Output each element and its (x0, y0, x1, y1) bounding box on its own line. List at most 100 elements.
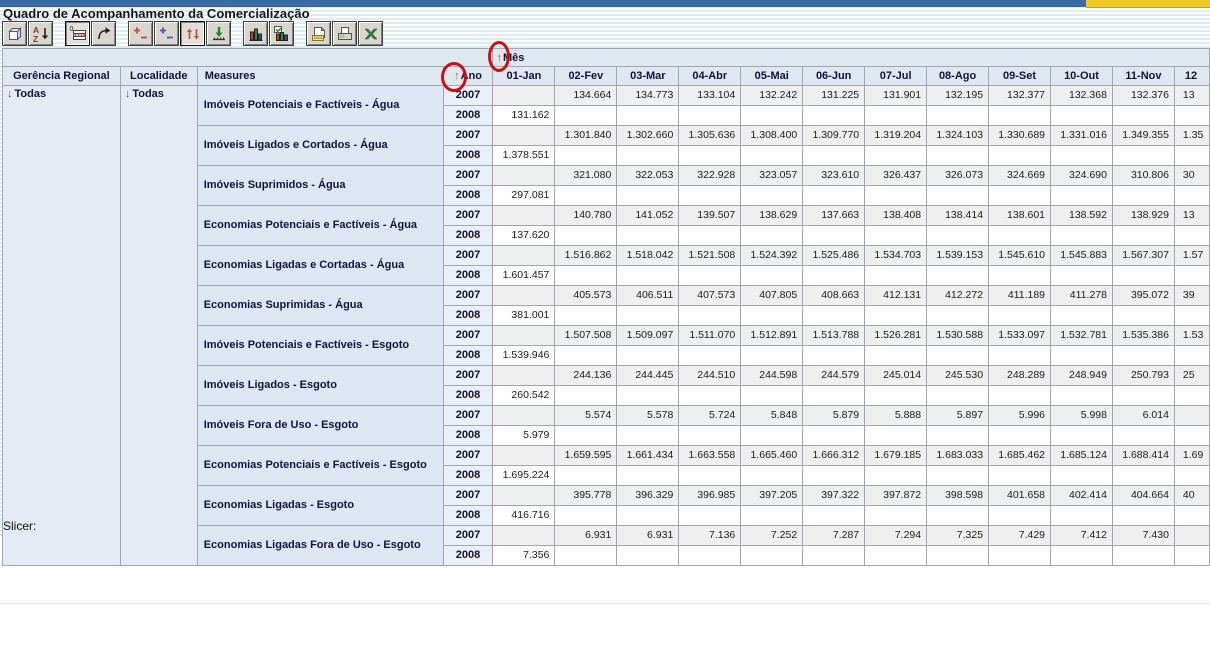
year-cell[interactable]: 2008 (443, 546, 493, 566)
sort-direction-button[interactable] (180, 21, 205, 46)
value-cell (1174, 146, 1209, 166)
year-cell[interactable]: 2008 (443, 506, 493, 526)
drill-down-button[interactable] (206, 21, 231, 46)
year-cell[interactable]: 2007 (443, 366, 493, 386)
month-column-header[interactable]: 06-Jun (803, 67, 865, 86)
mes-label: Mês (503, 52, 524, 64)
ano-column-header[interactable]: ↑Ano (443, 67, 493, 86)
year-cell[interactable]: 2008 (443, 146, 493, 166)
value-cell: 5.578 (617, 406, 679, 426)
print-button[interactable] (332, 21, 357, 46)
measure-cell[interactable]: Economias Suprimidas - Água (197, 286, 443, 326)
cube-button[interactable] (2, 21, 27, 46)
value-cell (1174, 546, 1209, 566)
month-column-header[interactable]: 08-Ago (927, 67, 989, 86)
value-cell (927, 186, 989, 206)
year-cell[interactable]: 2008 (443, 426, 493, 446)
value-cell: 1.535.386 (1112, 326, 1174, 346)
year-cell[interactable]: 2008 (443, 466, 493, 486)
expand-collapse-red-button[interactable] (128, 21, 153, 46)
value-cell (989, 466, 1051, 486)
month-column-header[interactable]: 03-Mar (617, 67, 679, 86)
month-column-header[interactable]: 04-Abr (679, 67, 741, 86)
year-cell[interactable]: 2008 (443, 226, 493, 246)
expand-collapse-blue-button[interactable] (154, 21, 179, 46)
month-column-header[interactable]: 07-Jul (865, 67, 927, 86)
measure-cell[interactable]: Imóveis Fora de Uso - Esgoto (197, 406, 443, 446)
year-cell[interactable]: 2007 (443, 126, 493, 146)
measure-cell[interactable]: Imóveis Potenciais e Factíveis - Água (197, 86, 443, 126)
measure-cell[interactable]: Imóveis Ligados e Cortados - Água (197, 126, 443, 166)
year-cell[interactable]: 2007 (443, 406, 493, 426)
measures-column-header[interactable]: Measures (197, 67, 443, 86)
measure-cell[interactable]: Imóveis Suprimidos - Água (197, 166, 443, 206)
toolbar-group (128, 21, 232, 46)
filter-cell-gerencia[interactable]: ↓Todas (3, 86, 121, 566)
year-cell[interactable]: 2008 (443, 106, 493, 126)
month-column-header[interactable]: 01-Jan (493, 67, 555, 86)
value-cell (493, 126, 555, 146)
value-cell: 1.324.103 (927, 126, 989, 146)
export-preview-button[interactable] (306, 21, 331, 46)
excel-export-icon (362, 25, 380, 43)
value-cell (927, 506, 989, 526)
value-cell (617, 306, 679, 326)
value-cell: 1.695.224 (493, 466, 555, 486)
year-cell[interactable]: 2007 (443, 86, 493, 106)
year-cell[interactable]: 2008 (443, 306, 493, 326)
year-cell[interactable]: 2007 (443, 286, 493, 306)
value-cell (989, 266, 1051, 286)
value-cell (1112, 146, 1174, 166)
value-cell: 5.979 (493, 426, 555, 446)
measure-cell[interactable]: Imóveis Potenciais e Factíveis - Esgoto (197, 326, 443, 366)
value-cell: 244.510 (679, 366, 741, 386)
value-cell (555, 466, 617, 486)
year-cell[interactable]: 2008 (443, 266, 493, 286)
measure-cell[interactable]: Economias Potenciais e Factíveis - Água (197, 206, 443, 246)
value-cell (617, 426, 679, 446)
measure-cell[interactable]: Economias Ligadas e Cortadas - Água (197, 246, 443, 286)
year-cell[interactable]: 2007 (443, 486, 493, 506)
month-column-header[interactable]: 11-Nov (1112, 67, 1174, 86)
year-cell[interactable]: 2007 (443, 526, 493, 546)
value-cell: 397.322 (803, 486, 865, 506)
value-cell (1051, 546, 1113, 566)
month-column-header[interactable]: 09-Set (989, 67, 1051, 86)
sort-asc-icon: ↑ (496, 52, 502, 64)
mes-dimension-header[interactable]: ↑Mês (493, 49, 1210, 67)
value-cell: 1.302.660 (617, 126, 679, 146)
value-cell (493, 366, 555, 386)
measure-cell[interactable]: Economias Potenciais e Factíveis - Esgot… (197, 446, 443, 486)
chart-button[interactable] (243, 21, 268, 46)
month-column-header[interactable]: 10-Out (1051, 67, 1113, 86)
month-column-header[interactable]: 05-Mai (741, 67, 803, 86)
chart-options-button[interactable] (269, 21, 294, 46)
measure-cell[interactable]: Imóveis Ligados - Esgoto (197, 366, 443, 406)
value-cell (741, 346, 803, 366)
year-cell[interactable]: 2008 (443, 186, 493, 206)
pivot-rotate-button[interactable] (91, 21, 116, 46)
gerencia-regional-column-header[interactable]: Gerência Regional (3, 67, 121, 86)
year-cell[interactable]: 2007 (443, 326, 493, 346)
measure-cell[interactable]: Economias Ligadas - Esgoto (197, 486, 443, 526)
value-cell: 1.512.891 (741, 326, 803, 346)
value-cell (1174, 406, 1209, 426)
value-cell: 5.574 (555, 406, 617, 426)
excel-export-button[interactable] (358, 21, 383, 46)
suppress-empty-button[interactable]: 0 (65, 21, 90, 46)
year-cell[interactable]: 2007 (443, 166, 493, 186)
value-cell: 244.579 (803, 366, 865, 386)
measure-cell[interactable]: Economias Ligadas Fora de Uso - Esgoto (197, 526, 443, 566)
month-column-header[interactable]: 02-Fev (555, 67, 617, 86)
localidade-column-header[interactable]: Localidade (120, 67, 197, 86)
filter-cell-localidade[interactable]: ↓Todas (120, 86, 197, 566)
year-cell[interactable]: 2007 (443, 446, 493, 466)
year-cell[interactable]: 2008 (443, 386, 493, 406)
year-cell[interactable]: 2007 (443, 246, 493, 266)
sort-az-button[interactable]: A Z (28, 21, 53, 46)
year-cell[interactable]: 2008 (443, 346, 493, 366)
value-cell (927, 306, 989, 326)
month-column-header[interactable]: 12 (1174, 67, 1209, 86)
value-cell (1112, 226, 1174, 246)
year-cell[interactable]: 2007 (443, 206, 493, 226)
